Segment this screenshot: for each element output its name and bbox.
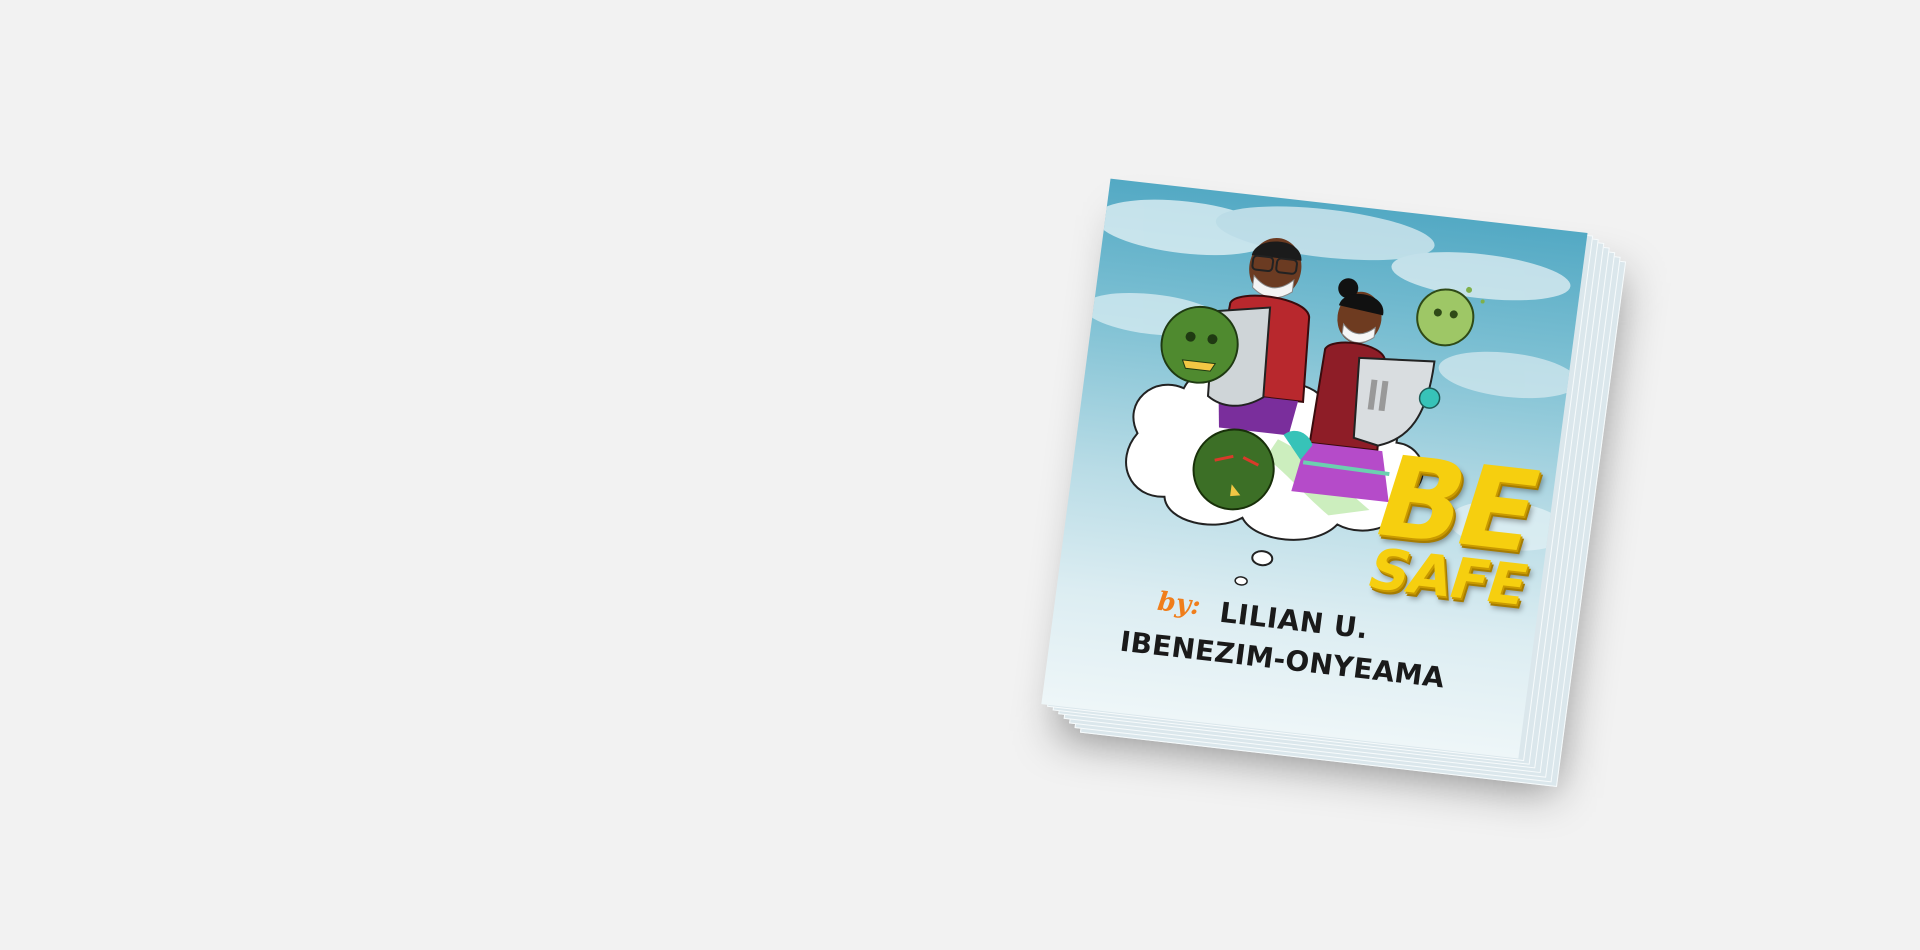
by-label: by: [1155, 586, 1203, 622]
book-stack-mockup: BE SAFE by: LILIAN U. IBENEZIM-ONYEAMA [1041, 178, 1627, 793]
book-cover: BE SAFE by: LILIAN U. IBENEZIM-ONYEAMA [1041, 178, 1588, 759]
product-showcase-stage: BE SAFE by: LILIAN U. IBENEZIM-ONYEAMA [0, 0, 1920, 950]
